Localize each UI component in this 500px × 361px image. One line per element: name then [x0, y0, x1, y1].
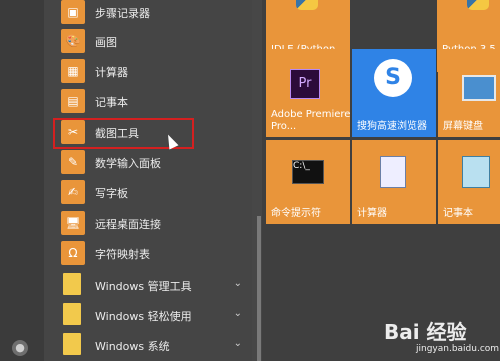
tile-command-prompt[interactable]: C:\_ 命令提示符 [266, 140, 350, 224]
remote-desktop-icon: 🖥 [61, 211, 85, 235]
tile-notepad[interactable]: 记事本 [438, 140, 500, 224]
chevron-down-icon: ⌄ [233, 338, 242, 349]
calculator-icon: ▦ [61, 59, 85, 83]
list-item-label: 记事本 [95, 96, 128, 109]
list-item-label: 数学输入面板 [95, 157, 161, 170]
tile-sogou-browser[interactable]: S 搜狗高速浏览器 [352, 49, 436, 137]
list-item-label: 计算器 [95, 66, 128, 79]
list-item-label: 画图 [95, 36, 117, 49]
python-icon [296, 0, 318, 10]
folder-icon [63, 303, 81, 325]
calculator-icon [380, 156, 406, 188]
steps-recorder-icon: ▣ [61, 0, 85, 24]
app-list: ▣ 步骤记录器 🎨 画图 ▦ 计算器 ▤ 记事本 ✂ 截图工具 ✎ 数学输入面板… [44, 0, 252, 361]
tile-label: Adobe Premiere Pro... [271, 109, 351, 132]
math-input-icon: ✎ [61, 150, 85, 174]
list-item-label: 远程桌面连接 [95, 218, 161, 231]
scrollbar-thumb[interactable] [257, 216, 261, 361]
premiere-logo-icon: Pr [290, 69, 320, 99]
user-account-icon[interactable]: ● [12, 340, 28, 356]
paint-icon: 🎨 [61, 29, 85, 53]
notepad-icon [462, 156, 490, 188]
list-item-remote-desktop[interactable]: 🖥 远程桌面连接 [58, 211, 252, 237]
tile-label: 命令提示符 [271, 208, 321, 219]
folder-windows-admin-tools[interactable]: Windows 管理工具 ⌄ [58, 273, 252, 299]
tile-label: 计算器 [357, 208, 387, 219]
sogou-browser-icon: S [374, 59, 412, 97]
notepad-icon: ▤ [61, 89, 85, 113]
watermark-brand: Bai 经验 [384, 320, 467, 344]
character-map-icon: Ω [61, 241, 85, 265]
tile-screen-keyboard[interactable]: 屏幕键盘 [438, 49, 500, 137]
python-icon [467, 0, 489, 10]
list-item-math-input[interactable]: ✎ 数学输入面板 [58, 150, 252, 176]
folder-windows-system[interactable]: Windows 系统 ⌄ [58, 333, 252, 359]
folder-label: Windows 管理工具 [95, 280, 192, 293]
baidu-jingyan-watermark: Bai 经验 jingyan.baidu.com [350, 314, 500, 361]
list-item-calculator[interactable]: ▦ 计算器 [58, 59, 252, 85]
tile-label: 搜狗高速浏览器 [357, 121, 427, 132]
chevron-down-icon: ⌄ [233, 278, 242, 289]
tile-calculator[interactable]: 计算器 [352, 140, 436, 224]
tile-premiere[interactable]: Pr Adobe Premiere Pro... [266, 49, 350, 137]
screen-keyboard-icon [462, 75, 496, 101]
tile-label: 记事本 [443, 208, 473, 219]
folder-label: Windows 轻松使用 [95, 310, 192, 323]
folder-icon [63, 273, 81, 295]
left-rail: ● [0, 0, 44, 361]
folder-icon [63, 333, 81, 355]
folder-label: Windows 系统 [95, 340, 170, 353]
chevron-down-icon: ⌄ [233, 308, 242, 319]
list-item-label: 写字板 [95, 187, 128, 200]
list-item-paint[interactable]: 🎨 画图 [58, 29, 252, 55]
list-item-label: 字符映射表 [95, 248, 150, 261]
watermark-url: jingyan.baidu.com [416, 344, 500, 354]
tile-area: IDLE (Python 3.5 32-bit) Python 3.5 (32-… [262, 0, 500, 361]
list-item-steps-recorder[interactable]: ▣ 步骤记录器 [58, 0, 252, 26]
list-item-wordpad[interactable]: ✍ 写字板 [58, 180, 252, 206]
command-prompt-icon: C:\_ [292, 160, 324, 184]
wordpad-icon: ✍ [61, 180, 85, 204]
list-item-label: 步骤记录器 [95, 7, 150, 20]
list-item-character-map[interactable]: Ω 字符映射表 [58, 241, 252, 267]
list-item-notepad[interactable]: ▤ 记事本 [58, 89, 252, 115]
folder-windows-ease-of-access[interactable]: Windows 轻松使用 ⌄ [58, 303, 252, 329]
tile-label: 屏幕键盘 [443, 121, 483, 132]
